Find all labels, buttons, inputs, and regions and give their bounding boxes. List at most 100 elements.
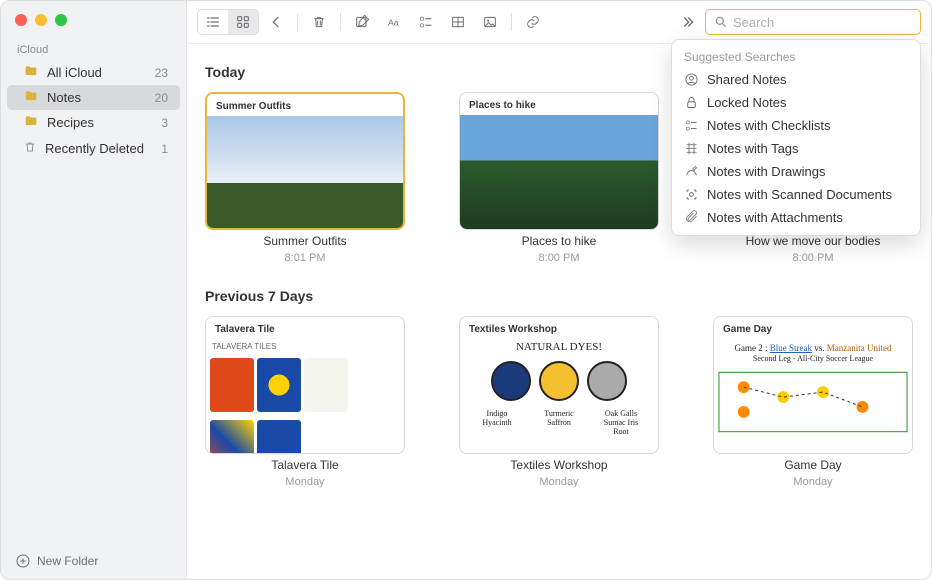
search-suggestion-notes-with-attachments[interactable]: Notes with Attachments: [672, 206, 920, 229]
note-time: Monday: [285, 476, 324, 488]
checklist-icon: [684, 118, 699, 133]
close-window-button[interactable]: [15, 14, 27, 26]
note-label: Talavera Tile: [271, 458, 338, 472]
sidebar-item-label: Recently Deleted: [45, 141, 153, 156]
link-icon: [525, 14, 541, 30]
notes-grid: Talavera TileTALAVERA TILESTalavera Tile…: [205, 316, 913, 488]
note-time: Monday: [539, 476, 578, 488]
note-label: Game Day: [784, 458, 841, 472]
note-card[interactable]: Textiles WorkshopNATURAL DYES!Indigo Hya…: [459, 316, 659, 488]
sidebar-item-all-icloud[interactable]: All iCloud23: [7, 60, 180, 85]
overflow-button[interactable]: [673, 10, 703, 34]
note-thumb-title: Game Day: [714, 317, 781, 338]
sidebar-item-recipes[interactable]: Recipes 3: [7, 110, 180, 135]
lock-icon: [684, 95, 699, 110]
search-suggestion-label: Notes with Drawings: [707, 164, 826, 179]
search-suggestion-label: Shared Notes: [707, 72, 787, 87]
sidebar-item-count: 3: [161, 116, 168, 130]
media-button[interactable]: [475, 10, 505, 34]
search-suggestion-label: Notes with Scanned Documents: [707, 187, 892, 202]
section-title: Previous 7 Days: [205, 288, 913, 304]
search-input[interactable]: [733, 15, 912, 30]
new-folder-label: New Folder: [37, 554, 98, 568]
search-suggestion-notes-with-drawings[interactable]: Notes with Drawings: [672, 160, 920, 183]
sidebar-folder-list: All iCloud23 Notes 20Recipes 3 Recently Dele…: [1, 60, 186, 162]
search-suggestion-notes-with-checklists[interactable]: Notes with Checklists: [672, 114, 920, 137]
trash-icon: [23, 139, 37, 158]
note-label: Textiles Workshop: [510, 458, 607, 472]
back-button[interactable]: [261, 10, 291, 34]
search-suggestion-label: Notes with Attachments: [707, 210, 843, 225]
note-card[interactable]: Places to hikePlaces to hike8:00 PM: [459, 92, 659, 264]
list-icon: [205, 14, 221, 30]
note-label: How we move our bodies: [746, 234, 881, 248]
delete-note-button[interactable]: [304, 10, 334, 34]
toolbar-separator: [297, 13, 298, 31]
sidebar-section-label: iCloud: [1, 36, 186, 60]
note-card[interactable]: Summer OutfitsSummer Outfits8:01 PM: [205, 92, 405, 264]
window-controls: [1, 1, 186, 36]
note-thumbnail[interactable]: Places to hike: [459, 92, 659, 230]
note-thumbnail[interactable]: Textiles WorkshopNATURAL DYES!Indigo Hya…: [459, 316, 659, 454]
note-card[interactable]: Game DayGame 2 : Blue Streak vs. Manzani…: [713, 316, 913, 488]
toolbar-separator: [340, 13, 341, 31]
search-suggestion-label: Notes with Tags: [707, 141, 799, 156]
note-thumbnail[interactable]: Summer Outfits: [205, 92, 405, 230]
search-suggestion-notes-with-tags[interactable]: Notes with Tags: [672, 137, 920, 160]
photo-icon: [482, 14, 498, 30]
minimize-window-button[interactable]: [35, 14, 47, 26]
sidebar-item-label: All iCloud: [47, 65, 147, 80]
search-field[interactable]: [705, 9, 921, 35]
search-suggestions-dropdown: Suggested Searches Shared Notes Locked No…: [671, 39, 921, 236]
new-folder-button[interactable]: New Folder: [1, 543, 186, 579]
sidebar-item-count: 20: [155, 91, 168, 105]
search-suggestion-locked-notes[interactable]: Locked Notes: [672, 91, 920, 114]
suggestions-header: Suggested Searches: [672, 46, 920, 68]
compose-button[interactable]: [347, 10, 377, 34]
toolbar: Aa: [187, 1, 931, 44]
zoom-window-button[interactable]: [55, 14, 67, 26]
chevron-left-icon: [268, 14, 284, 30]
note-card[interactable]: Talavera TileTALAVERA TILESTalavera Tile…: [205, 316, 405, 488]
link-button[interactable]: [518, 10, 548, 34]
list-view-button[interactable]: [198, 10, 228, 34]
folder-icon: [23, 114, 39, 131]
main-area: Aa: [187, 1, 931, 579]
table-button[interactable]: [443, 10, 473, 34]
plus-circle-icon: [15, 553, 31, 569]
note-label: Places to hike: [522, 234, 597, 248]
note-time: 8:00 PM: [793, 252, 834, 264]
sidebar-item-label: Notes: [47, 90, 147, 105]
note-thumb-title: Places to hike: [460, 93, 545, 114]
chevrons-right-icon: [680, 14, 696, 30]
note-thumb-title: Summer Outfits: [207, 94, 300, 115]
compose-icon: [354, 14, 370, 30]
format-button[interactable]: Aa: [379, 10, 409, 34]
person-circle-icon: [684, 72, 699, 87]
sidebar-item-notes[interactable]: Notes 20: [7, 85, 180, 110]
trash-icon: [311, 14, 327, 30]
checklist-button[interactable]: [411, 10, 441, 34]
format-icon: Aa: [386, 14, 402, 30]
sidebar-item-label: Recipes: [47, 115, 153, 130]
note-thumb-title: Textiles Workshop: [460, 317, 566, 338]
attachment-icon: [684, 210, 699, 225]
notes-window: iCloud All iCloud23 Notes 20Recipes 3 Recent…: [0, 0, 932, 580]
toolbar-separator: [511, 13, 512, 31]
folder-icon: [23, 64, 39, 81]
search-suggestion-label: Locked Notes: [707, 95, 787, 110]
note-time: Monday: [793, 476, 832, 488]
note-thumbnail[interactable]: Talavera TileTALAVERA TILES: [205, 316, 405, 454]
note-thumb-title: Talavera Tile: [206, 317, 284, 338]
tag-icon: [684, 141, 699, 156]
grid-view-button[interactable]: [228, 10, 258, 34]
note-thumbnail[interactable]: Game DayGame 2 : Blue Streak vs. Manzani…: [713, 316, 913, 454]
sidebar-item-recently-deleted[interactable]: Recently Deleted 1: [7, 135, 180, 162]
search-suggestion-notes-with-scanned-documents[interactable]: Notes with Scanned Documents: [672, 183, 920, 206]
sidebar-item-count: 1: [161, 142, 168, 156]
note-time: 8:01 PM: [285, 252, 326, 264]
search-wrap: Suggested Searches Shared NotesLocked No…: [705, 9, 921, 35]
view-toggle: [197, 9, 259, 35]
search-suggestion-shared-notes[interactable]: Shared Notes: [672, 68, 920, 91]
scan-icon: [684, 187, 699, 202]
